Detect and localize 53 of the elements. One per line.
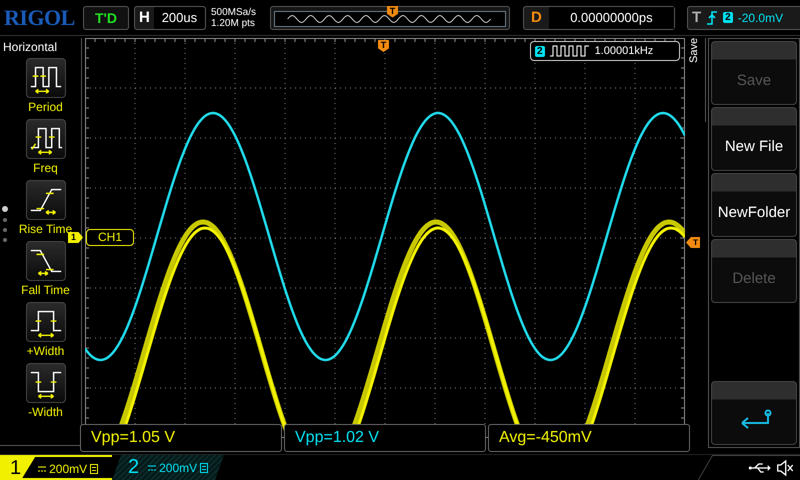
dc-coupling-icon [148, 464, 156, 470]
period-button[interactable] [26, 58, 66, 98]
frequency-button[interactable] [26, 119, 66, 159]
measure-label: Freq [33, 160, 58, 177]
positive-width-button[interactable] [26, 302, 66, 342]
menu-button[interactable]: NewFolder [711, 173, 797, 237]
square-wave-icon [550, 45, 590, 57]
sample-rate: 500MSa/s [211, 6, 258, 18]
usb-icon [748, 462, 771, 474]
channel-scale: 200mV [49, 462, 88, 476]
trigger-source: 2 [723, 12, 733, 23]
delay-box[interactable]: D 0.00000000ps [523, 6, 675, 30]
menu-button[interactable]: New File [711, 107, 797, 171]
run-status-button[interactable]: T'D [83, 6, 129, 30]
impedance-icon [200, 462, 208, 472]
channel-marker: 1 [68, 232, 83, 243]
channel-label: CH1 [86, 229, 134, 246]
delay-value: 0.00000000ps [548, 6, 674, 28]
measure-label: Period [28, 99, 63, 116]
menu-title: Save [688, 38, 706, 122]
fall-time-button[interactable] [26, 241, 66, 281]
channel-tab[interactable]: 1 200mV [0, 455, 112, 480]
measurement-readout: Avg=-450mV [488, 424, 690, 452]
channel-number: 2 [127, 456, 140, 479]
counter-value: 1.00001kHz [594, 45, 654, 57]
channel-scale: 200mV [159, 460, 198, 474]
memory-depth: 1.20M pts [211, 18, 256, 28]
rising-edge-icon [706, 10, 718, 26]
timebase-label: H [138, 9, 151, 26]
rise-time-button[interactable] [26, 180, 66, 220]
menu-title: Horizontal [2, 39, 58, 54]
trigger-position-marker: T [378, 40, 389, 52]
brand-logo: RIGOL [4, 4, 76, 30]
mute-icon [776, 460, 795, 476]
measurement-readout: Vpp=1.05 V [80, 424, 282, 452]
timebase-box[interactable]: H 200us [134, 6, 206, 30]
measure-label: -Width [28, 404, 63, 421]
trigger-level-marker: T [686, 237, 700, 248]
trigger-box[interactable]: T 2 -20.0mV [687, 6, 800, 30]
dc-coupling-icon [38, 466, 46, 472]
trigger-label: T [692, 9, 702, 26]
delay-label: D [530, 9, 543, 26]
channel-number: 1 [0, 457, 36, 480]
counter-source: 2 [535, 46, 545, 56]
negative-width-button[interactable] [26, 363, 66, 403]
back-button[interactable] [711, 381, 797, 445]
impedance-icon [90, 464, 98, 474]
timebase-value: 200us [154, 6, 205, 28]
measure-label: Fall Time [21, 282, 70, 299]
channel-tab[interactable]: 2 200mV [112, 455, 224, 480]
measurement-readout: Vpp=1.02 V [284, 424, 486, 452]
trigger-level: -20.0mV [738, 10, 784, 24]
measure-label: +Width [26, 343, 64, 360]
